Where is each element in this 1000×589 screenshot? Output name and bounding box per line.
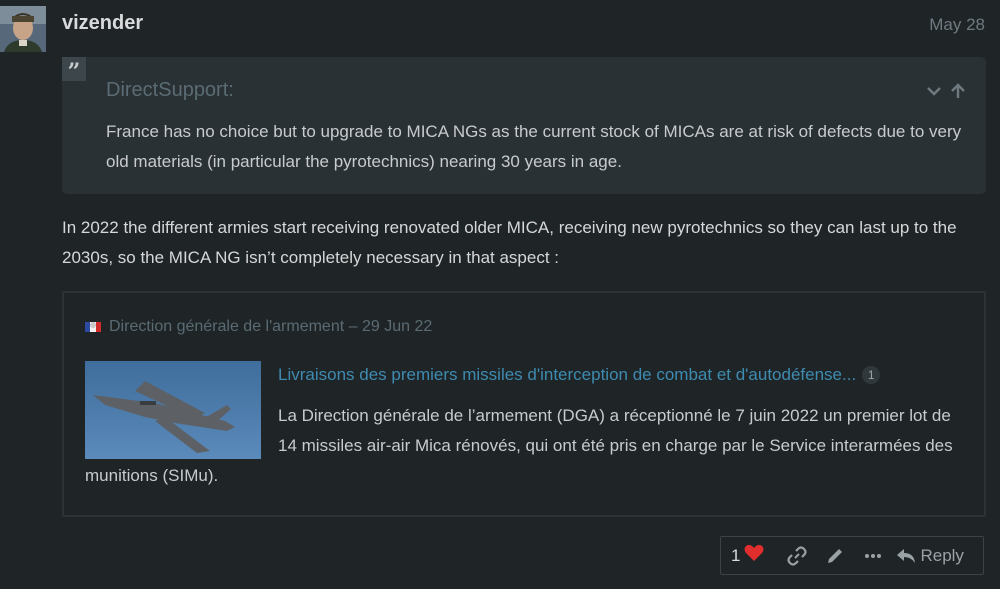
reply-arrow-icon	[897, 548, 916, 563]
expand-quote-chevron-down-icon[interactable]	[924, 81, 944, 101]
quote-block: ” DirectSupport: France has no choice bu…	[62, 57, 986, 194]
link-preview-card: Direction générale de l'armement – 29 Ju…	[62, 291, 986, 517]
heart-icon[interactable]	[744, 544, 764, 567]
edit-button[interactable]	[816, 546, 854, 566]
link-click-count-badge: 1	[862, 366, 881, 384]
post-actions-bar: 1 Reply	[720, 536, 984, 575]
favicon-icon	[85, 320, 101, 334]
quote-author[interactable]: DirectSupport:	[106, 79, 234, 102]
go-to-quoted-arrow-up-icon[interactable]	[948, 81, 968, 101]
image-float-spacer	[85, 401, 278, 459]
username[interactable]: vizender	[62, 12, 143, 35]
link-preview-excerpt: La Direction générale de l’armement (DGA…	[85, 401, 965, 491]
pencil-icon	[828, 548, 843, 563]
avatar[interactable]	[0, 6, 46, 52]
link-preview-source-text[interactable]: Direction générale de l'armement – 29 Ju…	[109, 318, 432, 336]
more-options-button[interactable]	[854, 546, 892, 566]
like-button[interactable]: 1	[731, 544, 764, 567]
link-preview-title-text[interactable]: Livraisons des premiers missiles d'inter…	[278, 365, 856, 385]
post-date[interactable]: May 28	[929, 15, 985, 35]
copy-link-button[interactable]	[778, 545, 816, 566]
ellipsis-icon	[865, 553, 882, 558]
quote-text: France has no choice but to upgrade to M…	[106, 122, 962, 171]
reply-button[interactable]: Reply	[896, 546, 964, 566]
link-icon	[787, 545, 808, 566]
quote-icon: ”	[62, 57, 86, 85]
like-count: 1	[731, 545, 741, 565]
post-body-text: In 2022 the different armies start recei…	[62, 218, 957, 267]
link-preview-source: Direction générale de l'armement – 29 Ju…	[85, 318, 432, 336]
reply-label[interactable]: Reply	[920, 546, 963, 566]
quote-controls	[924, 81, 968, 101]
forum-post: vizender May 28 ” DirectSupport: France …	[0, 0, 1000, 589]
link-preview-title[interactable]: Livraisons des premiers missiles d'inter…	[278, 365, 881, 385]
